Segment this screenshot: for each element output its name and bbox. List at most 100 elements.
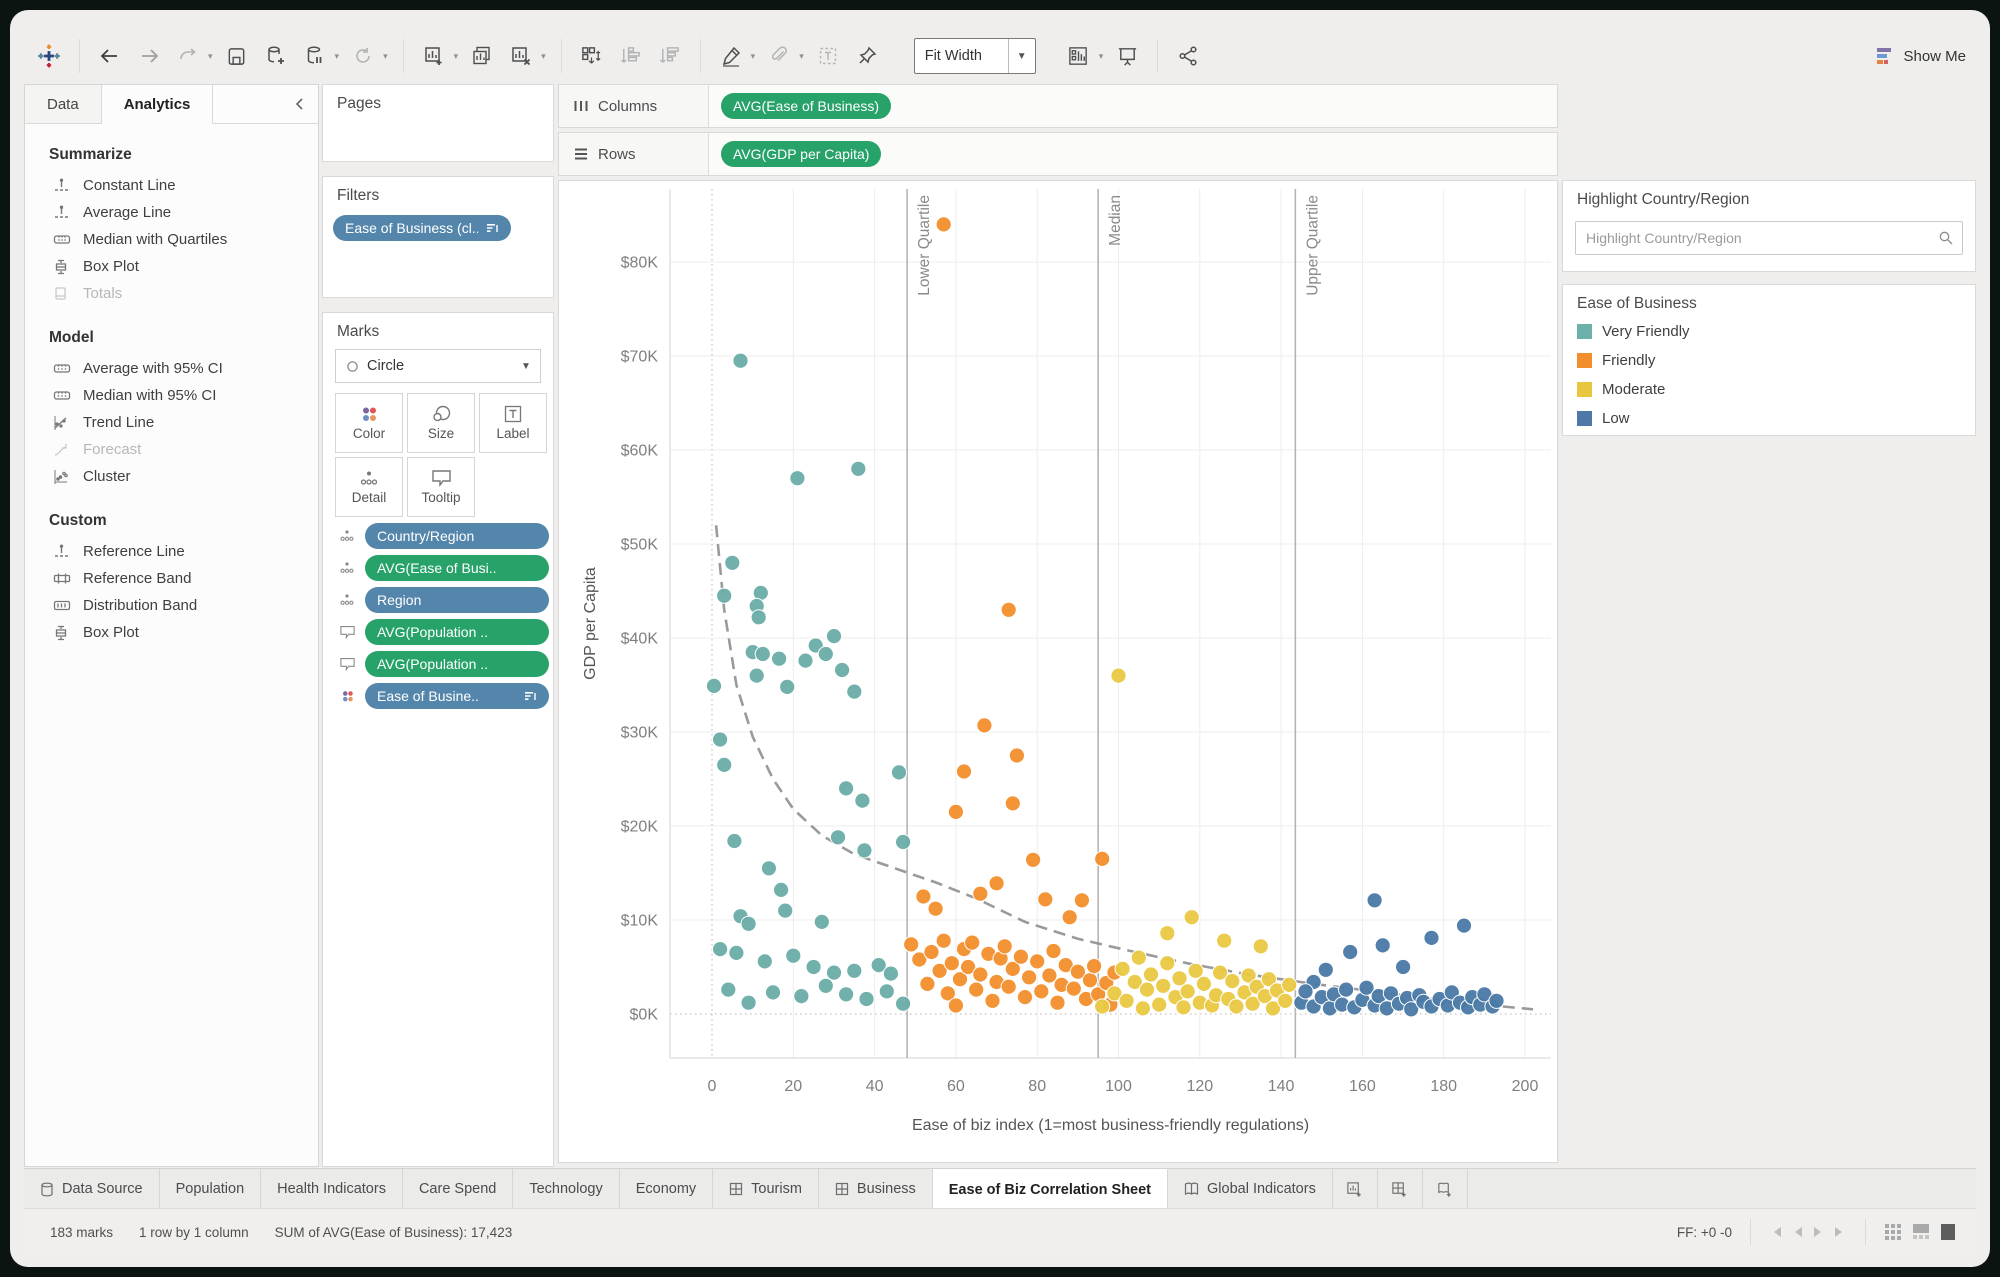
chart-canvas[interactable]: $0K $10K $20K $30K $40K $50K $60K $70K $80K 0 20 40… [558, 180, 1558, 1163]
columns-pill-avg-ease-of-business[interactable]: AVG(Ease of Business) [721, 93, 892, 119]
search-icon[interactable] [1938, 230, 1954, 246]
redo-caret-icon[interactable]: ▾ [208, 51, 213, 62]
legend-item-moderate[interactable]: Moderate [1563, 375, 1975, 404]
view-split-icon[interactable] [1912, 1223, 1930, 1241]
rows-pill-avg-gdp-per-capita[interactable]: AVG(GDP per Capita) [721, 141, 882, 167]
forward-button[interactable] [134, 41, 164, 71]
analytics-item-average-line[interactable]: Average Line [25, 199, 318, 226]
duplicate-sheet-icon[interactable] [467, 41, 497, 71]
detail-button[interactable]: Detail [335, 457, 403, 517]
tableau-logo-icon[interactable] [34, 41, 64, 71]
pin-icon[interactable] [852, 41, 882, 71]
columns-shelf[interactable]: Columns AVG(Ease of Business) [558, 84, 1558, 128]
format-caret-icon[interactable]: ▾ [799, 51, 804, 62]
scatter-plot[interactable]: $0K $10K $20K $30K $40K $50K $60K $70K $80K 0 20 40… [559, 181, 1557, 1162]
marks-pill-avg-population-2[interactable]: AVG(Population .. [365, 651, 549, 677]
new-dashboard-button[interactable] [1378, 1169, 1423, 1209]
marks-pill-ease-of-business-color[interactable]: Ease of Busine.. [365, 683, 549, 709]
analytics-item-average-ci[interactable]: Average with 95% CI [25, 355, 318, 382]
presentation-mode-icon[interactable] [1112, 41, 1142, 71]
analytics-item-distribution-band[interactable]: Distribution Band [25, 592, 318, 619]
new-sheet-caret-icon[interactable]: ▾ [454, 51, 459, 62]
refresh-icon[interactable] [348, 41, 378, 71]
size-button[interactable]: Size [407, 393, 475, 453]
highlight-caret-icon[interactable]: ▾ [751, 51, 756, 62]
tab-data[interactable]: Data [25, 85, 102, 123]
svg-text:180: 180 [1430, 1078, 1457, 1095]
sort-ascending-icon[interactable] [616, 41, 646, 71]
new-worksheet-icon[interactable] [419, 41, 449, 71]
sheet-tab-care-spend[interactable]: Care Spend [402, 1169, 514, 1209]
tooltip-button[interactable]: Tooltip [407, 457, 475, 517]
highlight-icon[interactable] [716, 41, 746, 71]
svg-text:140: 140 [1268, 1078, 1295, 1095]
text-label-icon[interactable] [813, 41, 843, 71]
swap-rows-columns-icon[interactable] [577, 41, 607, 71]
svg-text:$50K: $50K [621, 537, 659, 554]
fit-selector[interactable]: Fit Width ▼ [913, 38, 1036, 74]
pause-caret-icon[interactable]: ▾ [335, 51, 340, 62]
distribution-band-icon [53, 598, 71, 614]
share-icon[interactable] [1173, 41, 1203, 71]
collapse-pane-icon[interactable] [294, 85, 318, 123]
mark-type-dropdown[interactable]: Circle ▼ [335, 349, 541, 383]
clear-sheet-icon[interactable] [506, 41, 536, 71]
new-data-source-icon[interactable] [261, 41, 291, 71]
sheet-tab-population[interactable]: Population [159, 1169, 262, 1209]
marks-pill-avg-population-1[interactable]: AVG(Population .. [365, 619, 549, 645]
analytics-item-custom-box-plot[interactable]: Box Plot [25, 619, 318, 646]
view-single-icon[interactable] [1940, 1223, 1956, 1241]
legend-item-low[interactable]: Low [1563, 404, 1975, 433]
sheet-tab-health-indicators[interactable]: Health Indicators [261, 1169, 403, 1209]
analytics-item-reference-band[interactable]: Reference Band [25, 565, 318, 592]
redo-icon[interactable] [173, 41, 203, 71]
clear-caret-icon[interactable]: ▾ [541, 51, 546, 62]
sheet-tab-tourism[interactable]: Tourism [713, 1169, 819, 1209]
highlight-search[interactable] [1575, 221, 1963, 255]
label-button[interactable]: Label [479, 393, 547, 453]
analytics-item-cluster[interactable]: Cluster [25, 463, 318, 490]
sheet-tab-technology[interactable]: Technology [513, 1169, 620, 1209]
cards-caret-icon[interactable]: ▾ [1099, 51, 1104, 62]
marks-pill-country-region[interactable]: Country/Region [365, 523, 549, 549]
sheet-tab-global-indicators[interactable]: Global Indicators [1168, 1169, 1333, 1209]
filter-pill-ease-of-business[interactable]: Ease of Business (cl.. [333, 215, 511, 241]
new-story-button[interactable] [1423, 1169, 1468, 1209]
view-grid-icon[interactable] [1884, 1223, 1902, 1241]
analytics-item-median-quartiles[interactable]: Median with Quartiles [25, 226, 318, 253]
section-summarize-title: Summarize [49, 146, 132, 163]
analytics-item-constant-line[interactable]: Constant Line [25, 172, 318, 199]
format-attachment-icon[interactable] [764, 41, 794, 71]
legend-item-very-friendly[interactable]: Very Friendly [1563, 317, 1975, 346]
highlight-search-input[interactable] [1576, 230, 1938, 246]
sheet-tab-economy[interactable]: Economy [619, 1169, 714, 1209]
analytics-item-trend-line[interactable]: Trend Line [25, 409, 318, 436]
page-navigation[interactable] [1769, 1226, 1847, 1238]
svg-text:$70K: $70K [621, 349, 659, 366]
marks-pill-avg-ease[interactable]: AVG(Ease of Busi.. [365, 555, 549, 581]
refresh-caret-icon[interactable]: ▾ [383, 51, 388, 62]
marks-title: Marks [337, 323, 380, 340]
analytics-item-box-plot[interactable]: Box Plot [25, 253, 318, 280]
prev-page-icon [1795, 1227, 1802, 1237]
sheet-tab-business[interactable]: Business [818, 1169, 933, 1209]
tab-analytics[interactable]: Analytics [101, 85, 214, 124]
pages-card: Pages [322, 84, 554, 162]
rows-shelf[interactable]: Rows AVG(GDP per Capita) [558, 132, 1558, 176]
sort-descending-icon[interactable] [655, 41, 685, 71]
show-hide-cards-icon[interactable] [1064, 41, 1094, 71]
back-button[interactable] [95, 41, 125, 71]
sheet-tab-ease-of-biz-correlation[interactable]: Ease of Biz Correlation Sheet [932, 1169, 1169, 1209]
pause-updates-icon[interactable] [300, 41, 330, 71]
sheet-tab-data-source[interactable]: Data Source [24, 1169, 160, 1209]
legend-item-friendly[interactable]: Friendly [1563, 346, 1975, 375]
color-button[interactable]: Color [335, 393, 403, 453]
show-me-button[interactable]: Show Me [1875, 46, 1966, 66]
new-worksheet-button[interactable] [1333, 1169, 1378, 1209]
fit-dropdown-icon[interactable]: ▼ [1007, 39, 1035, 73]
marks-pill-region[interactable]: Region [365, 587, 549, 613]
analytics-item-median-ci[interactable]: Median with 95% CI [25, 382, 318, 409]
save-icon[interactable] [222, 41, 252, 71]
analytics-item-reference-line[interactable]: Reference Line [25, 538, 318, 565]
legend-swatch [1577, 411, 1592, 426]
